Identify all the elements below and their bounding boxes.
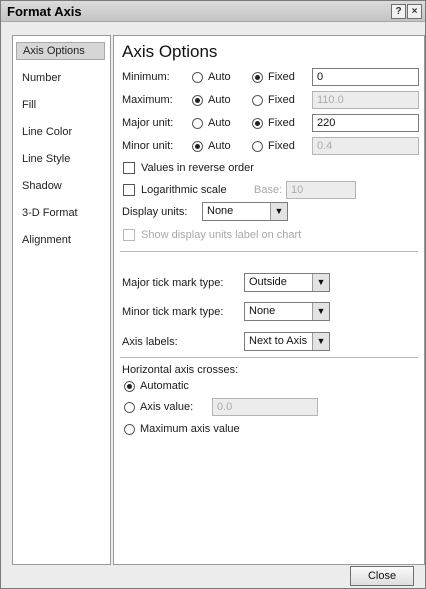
crosses-automatic-radio[interactable] bbox=[124, 381, 135, 392]
maximum-label: Maximum: bbox=[122, 94, 173, 106]
maximum-fixed-label: Fixed bbox=[268, 94, 295, 106]
crosses-maximum-label: Maximum axis value bbox=[140, 423, 240, 435]
chevron-down-icon[interactable]: ▼ bbox=[312, 274, 329, 291]
help-button[interactable]: ? bbox=[391, 4, 406, 19]
chevron-down-icon[interactable]: ▼ bbox=[270, 203, 287, 220]
minor-tick-mark-label: Minor tick mark type: bbox=[122, 306, 224, 318]
nav-item-alignment[interactable]: Alignment bbox=[16, 231, 105, 249]
minor-tick-mark-value: None bbox=[249, 305, 276, 317]
close-window-button[interactable]: × bbox=[407, 4, 422, 19]
major-unit-auto-radio[interactable] bbox=[192, 118, 203, 129]
show-units-label-text: Show display units label on chart bbox=[141, 229, 302, 241]
major-unit-fixed-label: Fixed bbox=[268, 117, 295, 129]
crosses-axis-value-label: Axis value: bbox=[140, 401, 194, 413]
minor-unit-label: Minor unit: bbox=[122, 140, 174, 152]
display-units-label: Display units: bbox=[122, 206, 188, 218]
nav-item-3d-format[interactable]: 3-D Format bbox=[16, 204, 105, 222]
crosses-axis-value-input[interactable]: 0.0 bbox=[212, 398, 318, 416]
maximum-auto-label: Auto bbox=[208, 94, 231, 106]
nav-item-shadow[interactable]: Shadow bbox=[16, 177, 105, 195]
minor-tick-mark-select[interactable]: None ▼ bbox=[244, 302, 330, 321]
minor-unit-fixed-label: Fixed bbox=[268, 140, 295, 152]
major-unit-value-input[interactable]: 220 bbox=[312, 114, 419, 132]
nav-item-number[interactable]: Number bbox=[16, 69, 105, 87]
chevron-down-icon[interactable]: ▼ bbox=[312, 303, 329, 320]
crosses-maximum-radio[interactable] bbox=[124, 424, 135, 435]
base-value-input[interactable]: 10 bbox=[286, 181, 356, 199]
maximum-value-input[interactable]: 110.0 bbox=[312, 91, 419, 109]
base-label: Base: bbox=[254, 184, 283, 196]
axis-labels-value: Next to Axis bbox=[249, 335, 308, 347]
format-axis-dialog: Format Axis ? × Axis Options Number Fill… bbox=[0, 0, 426, 589]
minimum-value-input[interactable]: 0 bbox=[312, 68, 419, 86]
minimum-fixed-radio[interactable] bbox=[252, 72, 263, 83]
nav-item-axis-options[interactable]: Axis Options bbox=[16, 42, 105, 60]
minimum-fixed-label: Fixed bbox=[268, 71, 295, 83]
minor-unit-value-input[interactable]: 0.4 bbox=[312, 137, 419, 155]
axis-options-panel: Axis Options Minimum: Auto Fixed 0 Maxim… bbox=[113, 35, 425, 565]
maximum-fixed-radio[interactable] bbox=[252, 95, 263, 106]
horizontal-axis-crosses-label: Horizontal axis crosses: bbox=[122, 364, 239, 376]
minor-unit-auto-label: Auto bbox=[208, 140, 231, 152]
dialog-title: Format Axis bbox=[7, 4, 82, 19]
title-bar: Format Axis ? × bbox=[1, 1, 425, 22]
reverse-order-label: Values in reverse order bbox=[141, 162, 254, 174]
crosses-axis-value-radio[interactable] bbox=[124, 402, 135, 413]
minimum-auto-radio[interactable] bbox=[192, 72, 203, 83]
logarithmic-scale-label: Logarithmic scale bbox=[141, 184, 227, 196]
major-unit-auto-label: Auto bbox=[208, 117, 231, 129]
chevron-down-icon[interactable]: ▼ bbox=[312, 333, 329, 350]
show-units-label-checkbox[interactable] bbox=[123, 229, 135, 241]
logarithmic-scale-checkbox[interactable] bbox=[123, 184, 135, 196]
minor-unit-auto-radio[interactable] bbox=[192, 141, 203, 152]
major-unit-label: Major unit: bbox=[122, 117, 174, 129]
nav-item-line-color[interactable]: Line Color bbox=[16, 123, 105, 141]
minimum-auto-label: Auto bbox=[208, 71, 231, 83]
crosses-automatic-label: Automatic bbox=[140, 380, 189, 392]
minor-unit-fixed-radio[interactable] bbox=[252, 141, 263, 152]
display-units-value: None bbox=[207, 205, 234, 217]
axis-labels-select[interactable]: Next to Axis ▼ bbox=[244, 332, 330, 351]
display-units-select[interactable]: None ▼ bbox=[202, 202, 288, 221]
major-tick-mark-label: Major tick mark type: bbox=[122, 277, 224, 289]
nav-item-line-style[interactable]: Line Style bbox=[16, 150, 105, 168]
close-button[interactable]: Close bbox=[350, 566, 414, 586]
panel-heading: Axis Options bbox=[122, 42, 218, 61]
nav-item-fill[interactable]: Fill bbox=[16, 96, 105, 114]
divider bbox=[120, 357, 418, 358]
divider bbox=[120, 251, 418, 252]
axis-labels-label: Axis labels: bbox=[122, 336, 178, 348]
major-tick-mark-value: Outside bbox=[249, 276, 287, 288]
major-unit-fixed-radio[interactable] bbox=[252, 118, 263, 129]
major-tick-mark-select[interactable]: Outside ▼ bbox=[244, 273, 330, 292]
maximum-auto-radio[interactable] bbox=[192, 95, 203, 106]
minimum-label: Minimum: bbox=[122, 71, 170, 83]
category-list: Axis Options Number Fill Line Color Line… bbox=[12, 35, 111, 565]
reverse-order-checkbox[interactable] bbox=[123, 162, 135, 174]
